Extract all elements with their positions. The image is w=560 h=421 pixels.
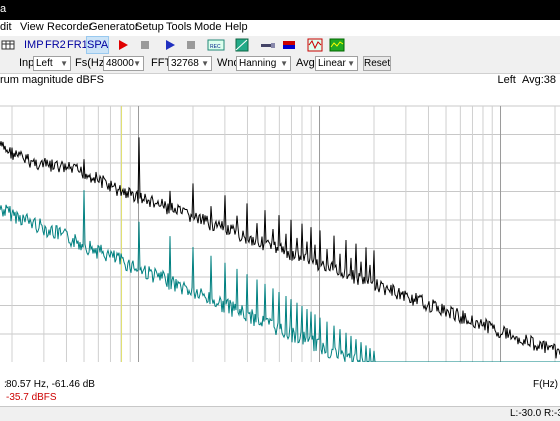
menu-recorder[interactable]: Recorder	[47, 21, 92, 33]
channel-label: Left	[497, 74, 516, 86]
stop-icon[interactable]	[184, 38, 198, 52]
title-bar: a	[0, 0, 560, 20]
status-bar: L:-30.0 R:-3	[0, 406, 560, 421]
menu-help[interactable]: Help	[225, 21, 248, 33]
spectrum-chart[interactable]: 501002005001k2k5k10k20 : 80.57 Hz, -61.4…	[0, 86, 560, 406]
menu-tools[interactable]: Tools	[166, 21, 192, 33]
chevron-down-icon: ▼	[133, 59, 141, 68]
imp-button[interactable]: IMP	[24, 37, 44, 53]
oscilloscope-icon[interactable]	[307, 38, 323, 52]
input-select[interactable]: Left ▼	[33, 56, 71, 71]
inp-label: Inp	[19, 57, 35, 69]
record-file-icon[interactable]: REC	[207, 38, 225, 52]
menu-bar: dit View Recorder Generator Setup Tools …	[0, 20, 560, 37]
chevron-down-icon: ▼	[201, 59, 209, 68]
record-icon[interactable]	[116, 38, 130, 52]
window-title: a	[0, 3, 7, 15]
fr2-button[interactable]: FR2	[45, 37, 66, 53]
status-left-level: L:-30.0	[510, 408, 542, 419]
fr1-button[interactable]: FR1	[67, 37, 88, 53]
stop-icon[interactable]	[138, 38, 152, 52]
settings-toolbar: Inp Left ▼ Fs(Hz) 48000 ▼ FFT 32768 ▼ Wnd H…	[0, 54, 560, 74]
status-right-level: R:-3	[544, 408, 560, 419]
plot-header: rum magnitude dBFS Left Avg:38	[0, 74, 560, 86]
channel-avg-info: Left Avg:38	[497, 74, 556, 86]
menu-setup[interactable]: Setup	[135, 21, 164, 33]
svg-text:REC: REC	[210, 44, 221, 50]
fft-size-select[interactable]: 32768 ▼	[168, 56, 212, 71]
table-icon[interactable]	[1, 38, 15, 52]
avg-label: Avg	[296, 57, 315, 69]
spectrum-plot-panel[interactable]: 501002005001k2k5k10k20 : 80.57 Hz, -61.4…	[0, 86, 560, 406]
chevron-down-icon: ▼	[60, 59, 68, 68]
probe-icon[interactable]	[260, 38, 276, 52]
spa-button[interactable]: SPA	[86, 36, 109, 54]
window-select[interactable]: Hanning ▼	[236, 56, 291, 71]
spectrogram-icon[interactable]	[235, 38, 249, 52]
flag-icon[interactable]	[282, 38, 296, 52]
avg-count: Avg:38	[521, 74, 556, 86]
main-toolbar: IMP FR2 FR1 SPA REC	[0, 36, 560, 55]
averaging-select[interactable]: Linear ▼	[315, 56, 358, 71]
x-axis-label: F(Hz)	[533, 379, 558, 390]
input-select-value: Left	[36, 58, 53, 69]
window-value: Hanning	[239, 58, 277, 69]
menu-mode[interactable]: Mode	[194, 21, 222, 33]
level-readout: -35.7 dBFS	[6, 392, 57, 403]
chevron-down-icon: ▼	[280, 59, 288, 68]
plot-title: rum magnitude dBFS	[0, 74, 104, 86]
menu-generator[interactable]: Generator	[89, 21, 139, 33]
chevron-down-icon: ▼	[347, 59, 355, 68]
menu-view[interactable]: View	[20, 21, 44, 33]
cursor-readout: 80.57 Hz, -61.46 dB	[6, 379, 95, 390]
sample-rate-value: 48000	[106, 58, 134, 69]
fft-size-value: 32768	[171, 58, 199, 69]
menu-edit[interactable]: dit	[0, 21, 12, 33]
analyzer-icon[interactable]	[329, 38, 345, 52]
play-icon[interactable]	[163, 38, 177, 52]
reset-button[interactable]: Reset	[363, 56, 391, 71]
averaging-value: Linear	[318, 58, 346, 69]
sample-rate-select[interactable]: 48000 ▼	[103, 56, 144, 71]
